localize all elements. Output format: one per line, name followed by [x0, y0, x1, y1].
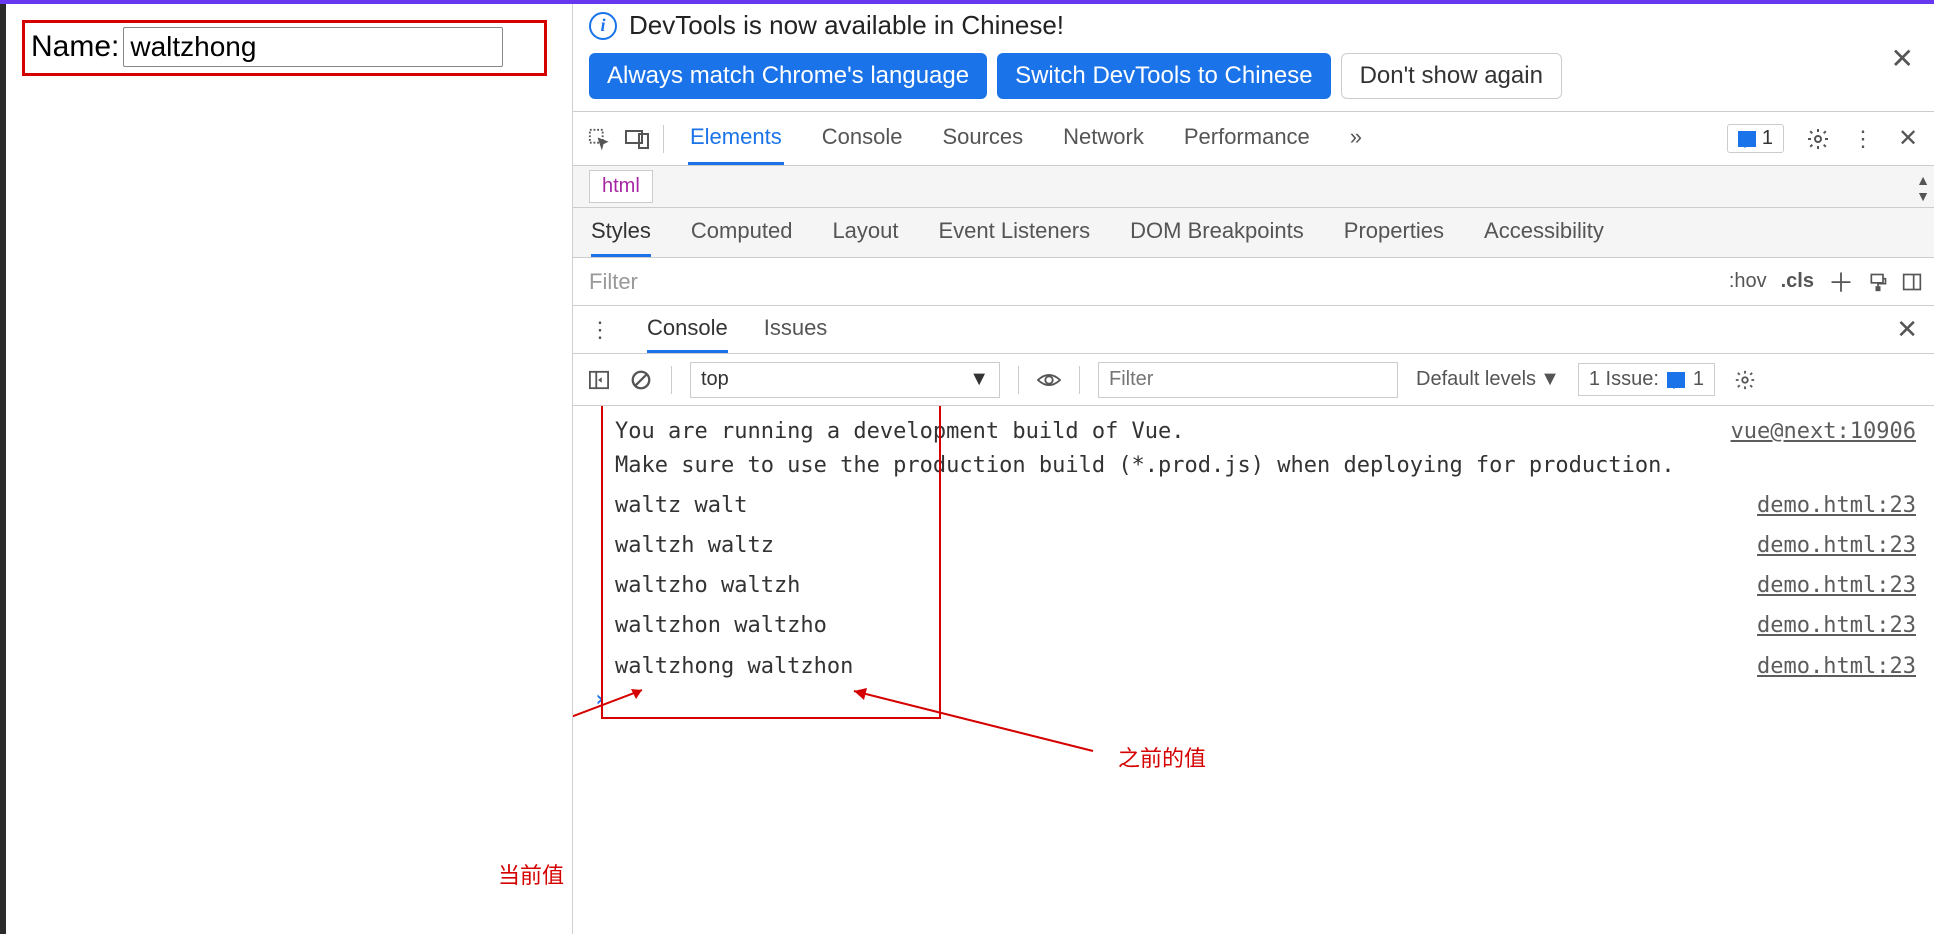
- paint-icon[interactable]: [1868, 272, 1888, 292]
- device-toolbar-icon[interactable]: [625, 128, 649, 150]
- console-output: You are running a development build of V…: [573, 406, 1934, 934]
- issues-label: 1 Issue:: [1589, 368, 1659, 391]
- settings-icon[interactable]: [1806, 128, 1830, 150]
- page-viewport: Name:: [0, 0, 573, 934]
- chevron-down-icon: ▼: [1540, 368, 1560, 391]
- log-text: waltzho waltzh: [615, 569, 1737, 603]
- console-log-row: waltz waltdemo.html:23: [573, 486, 1934, 526]
- hov-toggle[interactable]: :hov: [1729, 270, 1767, 293]
- devtools-toolbar: Elements Console Sources Network Perform…: [573, 112, 1934, 166]
- issues-count: 1: [1693, 368, 1704, 391]
- chevron-down-icon: ▼: [969, 368, 989, 391]
- subtab-styles[interactable]: Styles: [591, 208, 651, 257]
- page-left-edge: [0, 4, 6, 934]
- breadcrumb-html[interactable]: html: [589, 170, 653, 203]
- live-expression-icon[interactable]: [1037, 368, 1061, 392]
- console-log-row: waltzho waltzhdemo.html:23: [573, 566, 1934, 606]
- banner-text: DevTools is now available in Chinese!: [629, 10, 1064, 41]
- close-devtools-icon[interactable]: ✕: [1896, 128, 1920, 150]
- log-source-link[interactable]: demo.html:23: [1737, 529, 1916, 563]
- subtab-computed[interactable]: Computed: [691, 208, 793, 257]
- console-settings-icon[interactable]: [1733, 368, 1757, 392]
- tab-performance[interactable]: Performance: [1182, 112, 1312, 165]
- log-source-link[interactable]: demo.html:23: [1737, 650, 1916, 684]
- subtab-accessibility[interactable]: Accessibility: [1484, 208, 1604, 257]
- close-banner-icon[interactable]: ✕: [1891, 42, 1914, 75]
- console-filter-input[interactable]: [1098, 362, 1398, 398]
- name-label: Name:: [31, 30, 119, 64]
- styles-filter-row: :hov .cls ＋: [573, 258, 1934, 306]
- name-form-highlight: Name:: [22, 20, 547, 76]
- main-tabs: Elements Console Sources Network Perform…: [688, 112, 1364, 165]
- console-toolbar: top ▼ Default levels ▼ 1 Issue: 1: [573, 354, 1934, 406]
- tab-console[interactable]: Console: [820, 112, 905, 165]
- log-source-link[interactable]: demo.html:23: [1737, 489, 1916, 523]
- log-source-link[interactable]: vue@next:10906: [1711, 415, 1916, 449]
- console-log-row: You are running a development build of V…: [573, 412, 1934, 486]
- log-text: waltz walt: [615, 489, 1737, 523]
- styles-filter-input[interactable]: [585, 265, 1717, 299]
- window-top-bar: [0, 0, 1934, 4]
- log-text: waltzh waltz: [615, 529, 1737, 563]
- log-text: You are running a development build of V…: [615, 415, 1711, 483]
- context-value: top: [701, 368, 729, 391]
- drawer-tab-console[interactable]: Console: [647, 306, 728, 353]
- log-source-link[interactable]: demo.html:23: [1737, 569, 1916, 603]
- issues-icon: [1667, 372, 1685, 388]
- console-prompt[interactable]: ›: [573, 687, 1934, 712]
- tab-network[interactable]: Network: [1061, 112, 1146, 165]
- tab-sources[interactable]: Sources: [940, 112, 1025, 165]
- clear-console-icon[interactable]: [629, 368, 653, 392]
- drawer-tabs: ⋮ Console Issues ✕: [573, 306, 1934, 354]
- console-log-row: waltzh waltzdemo.html:23: [573, 526, 1934, 566]
- annotation-current-label: 当前值: [498, 858, 564, 890]
- devtools-panel: i DevTools is now available in Chinese! …: [573, 0, 1934, 934]
- log-text: waltzhon waltzho: [615, 609, 1737, 643]
- more-tabs-icon[interactable]: »: [1348, 112, 1364, 165]
- subtab-layout[interactable]: Layout: [832, 208, 898, 257]
- log-levels-select[interactable]: Default levels ▼: [1416, 368, 1560, 391]
- close-drawer-icon[interactable]: ✕: [1896, 314, 1918, 345]
- levels-label: Default levels: [1416, 368, 1536, 391]
- issues-icon: [1738, 131, 1756, 147]
- console-sidebar-toggle-icon[interactable]: [587, 368, 611, 392]
- inspect-element-icon[interactable]: [587, 128, 611, 150]
- annotation-previous-label: 之前的值: [1118, 741, 1206, 773]
- console-log-row: waltzhon waltzhodemo.html:23: [573, 606, 1934, 646]
- dom-breadcrumb: html ▲▼: [573, 166, 1934, 208]
- issues-indicator-button[interactable]: 1: [1727, 124, 1784, 153]
- drawer-more-icon[interactable]: ⋮: [589, 317, 611, 343]
- subtab-dom-breakpoints[interactable]: DOM Breakpoints: [1130, 208, 1304, 257]
- new-style-rule-icon[interactable]: ＋: [1828, 263, 1854, 300]
- styles-sub-tabs: Styles Computed Layout Event Listeners D…: [573, 208, 1934, 258]
- tab-elements[interactable]: Elements: [688, 112, 784, 165]
- log-text: waltzhong waltzhon: [615, 650, 1737, 684]
- name-input[interactable]: [123, 27, 503, 67]
- match-language-button[interactable]: Always match Chrome's language: [589, 53, 987, 99]
- cls-toggle[interactable]: .cls: [1781, 270, 1814, 293]
- issues-count: 1: [1762, 127, 1773, 150]
- info-icon: i: [589, 12, 617, 40]
- subtab-event-listeners[interactable]: Event Listeners: [939, 208, 1091, 257]
- scroll-indicator-icon[interactable]: ▲▼: [1916, 172, 1930, 204]
- language-banner: i DevTools is now available in Chinese! …: [573, 0, 1934, 112]
- more-options-icon[interactable]: ⋮: [1852, 126, 1874, 152]
- execution-context-select[interactable]: top ▼: [690, 362, 1000, 398]
- dismiss-banner-button[interactable]: Don't show again: [1341, 53, 1562, 99]
- log-source-link[interactable]: demo.html:23: [1737, 609, 1916, 643]
- drawer-tab-issues[interactable]: Issues: [764, 306, 828, 353]
- toggle-sidebar-icon[interactable]: [1902, 272, 1922, 292]
- console-log-row: waltzhong waltzhondemo.html:23: [573, 647, 1934, 687]
- subtab-properties[interactable]: Properties: [1344, 208, 1444, 257]
- switch-language-button[interactable]: Switch DevTools to Chinese: [997, 53, 1330, 99]
- console-issues-button[interactable]: 1 Issue: 1: [1578, 363, 1715, 396]
